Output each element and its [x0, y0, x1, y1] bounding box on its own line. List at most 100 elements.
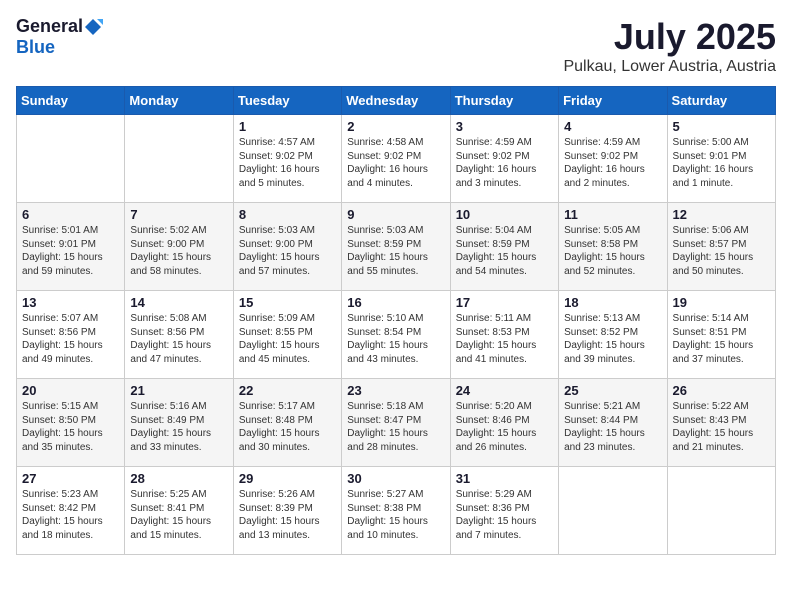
day-number: 20 [22, 383, 119, 398]
calendar-cell: 26Sunrise: 5:22 AM Sunset: 8:43 PM Dayli… [667, 379, 775, 467]
title-area: July 2025 Pulkau, Lower Austria, Austria [563, 16, 776, 76]
calendar-cell: 30 Sunrise: 5:27 AM Sunset: 8:38 PM Dayli… [342, 467, 450, 555]
calendar-cell [559, 467, 667, 555]
calendar-cell [125, 115, 233, 203]
day-number: 1 [239, 119, 336, 134]
calendar-cell: 14Sunrise: 5:08 AM Sunset: 8:56 PM Dayli… [125, 291, 233, 379]
calendar-header-cell: Friday [559, 87, 667, 115]
day-info: Sunrise: 5:04 AM Sunset: 8:59 PM Dayligh… [456, 224, 553, 278]
calendar-cell: 5Sunrise: 5:00 AM Sunset: 9:01 PM Daylig… [667, 115, 775, 203]
header: General Blue July 2025 Pulkau, Lower Aus… [16, 16, 776, 76]
calendar-week-row: 27 Sunrise: 5:23 AM Sunset: 8:42 PM Dayli… [17, 467, 776, 555]
day-number: 3 [456, 119, 553, 134]
calendar-cell: 15 Sunrise: 5:09 AM Sunset: 8:55 PM Dayli… [233, 291, 341, 379]
calendar-cell: 28 Sunrise: 5:25 AM Sunset: 8:41 PM Dayli… [125, 467, 233, 555]
day-info: Sunrise: 5:01 AM Sunset: 9:01 PM Dayligh… [22, 224, 119, 278]
day-number: 11 [564, 207, 661, 222]
calendar-cell: 25Sunrise: 5:21 AM Sunset: 8:44 PM Dayli… [559, 379, 667, 467]
calendar-header-cell: Tuesday [233, 87, 341, 115]
day-info: Sunrise: 5:14 AM Sunset: 8:51 PM Dayligh… [673, 312, 770, 366]
day-number: 26 [673, 383, 770, 398]
day-info: Sunrise: 4:59 AM Sunset: 9:02 PM Dayligh… [456, 136, 553, 190]
calendar-cell: 13 Sunrise: 5:07 AM Sunset: 8:56 PM Dayli… [17, 291, 125, 379]
calendar-cell: 18Sunrise: 5:13 AM Sunset: 8:52 PM Dayli… [559, 291, 667, 379]
day-number: 16 [347, 295, 444, 310]
day-number: 2 [347, 119, 444, 134]
day-info: Sunrise: 5:09 AM Sunset: 8:55 PM Dayligh… [239, 312, 336, 366]
calendar: SundayMondayTuesdayWednesdayThursdayFrid… [16, 86, 776, 555]
day-number: 17 [456, 295, 553, 310]
day-info: Sunrise: 4:59 AM Sunset: 9:02 PM Dayligh… [564, 136, 661, 190]
calendar-header-cell: Thursday [450, 87, 558, 115]
day-number: 29 [239, 471, 336, 486]
calendar-cell: 23 Sunrise: 5:18 AM Sunset: 8:47 PM Dayli… [342, 379, 450, 467]
day-number: 10 [456, 207, 553, 222]
day-info: Sunrise: 5:16 AM Sunset: 8:49 PM Dayligh… [130, 400, 227, 454]
day-number: 23 [347, 383, 444, 398]
calendar-cell: 31Sunrise: 5:29 AM Sunset: 8:36 PM Dayli… [450, 467, 558, 555]
logo-general-text: General [16, 16, 83, 37]
logo: General Blue [16, 16, 103, 58]
day-number: 18 [564, 295, 661, 310]
calendar-week-row: 13 Sunrise: 5:07 AM Sunset: 8:56 PM Dayli… [17, 291, 776, 379]
calendar-cell: 3 Sunrise: 4:59 AM Sunset: 9:02 PM Daylig… [450, 115, 558, 203]
day-number: 24 [456, 383, 553, 398]
calendar-header-cell: Monday [125, 87, 233, 115]
calendar-cell: 16 Sunrise: 5:10 AM Sunset: 8:54 PM Dayli… [342, 291, 450, 379]
calendar-cell: 22 Sunrise: 5:17 AM Sunset: 8:48 PM Dayli… [233, 379, 341, 467]
day-info: Sunrise: 5:11 AM Sunset: 8:53 PM Dayligh… [456, 312, 553, 366]
calendar-header-cell: Saturday [667, 87, 775, 115]
calendar-cell [667, 467, 775, 555]
calendar-cell: 4 Sunrise: 4:59 AM Sunset: 9:02 PM Daylig… [559, 115, 667, 203]
day-number: 9 [347, 207, 444, 222]
calendar-cell: 8 Sunrise: 5:03 AM Sunset: 9:00 PM Daylig… [233, 203, 341, 291]
day-number: 15 [239, 295, 336, 310]
day-number: 21 [130, 383, 227, 398]
calendar-cell: 6Sunrise: 5:01 AM Sunset: 9:01 PM Daylig… [17, 203, 125, 291]
calendar-cell: 24Sunrise: 5:20 AM Sunset: 8:46 PM Dayli… [450, 379, 558, 467]
calendar-header-cell: Sunday [17, 87, 125, 115]
location-title: Pulkau, Lower Austria, Austria [563, 58, 776, 76]
day-info: Sunrise: 5:25 AM Sunset: 8:41 PM Dayligh… [130, 488, 227, 542]
day-number: 13 [22, 295, 119, 310]
day-number: 19 [673, 295, 770, 310]
logo-icon [83, 17, 103, 37]
day-info: Sunrise: 5:17 AM Sunset: 8:48 PM Dayligh… [239, 400, 336, 454]
day-info: Sunrise: 5:03 AM Sunset: 9:00 PM Dayligh… [239, 224, 336, 278]
calendar-cell [17, 115, 125, 203]
calendar-cell: 20Sunrise: 5:15 AM Sunset: 8:50 PM Dayli… [17, 379, 125, 467]
day-number: 28 [130, 471, 227, 486]
calendar-cell: 7Sunrise: 5:02 AM Sunset: 9:00 PM Daylig… [125, 203, 233, 291]
day-number: 4 [564, 119, 661, 134]
calendar-cell: 17 Sunrise: 5:11 AM Sunset: 8:53 PM Dayli… [450, 291, 558, 379]
day-info: Sunrise: 5:02 AM Sunset: 9:00 PM Dayligh… [130, 224, 227, 278]
calendar-cell: 12Sunrise: 5:06 AM Sunset: 8:57 PM Dayli… [667, 203, 775, 291]
day-number: 31 [456, 471, 553, 486]
day-info: Sunrise: 5:06 AM Sunset: 8:57 PM Dayligh… [673, 224, 770, 278]
calendar-cell: 9 Sunrise: 5:03 AM Sunset: 8:59 PM Daylig… [342, 203, 450, 291]
day-info: Sunrise: 5:18 AM Sunset: 8:47 PM Dayligh… [347, 400, 444, 454]
calendar-cell: 2 Sunrise: 4:58 AM Sunset: 9:02 PM Daylig… [342, 115, 450, 203]
day-number: 30 [347, 471, 444, 486]
day-number: 5 [673, 119, 770, 134]
calendar-cell: 27 Sunrise: 5:23 AM Sunset: 8:42 PM Dayli… [17, 467, 125, 555]
day-number: 8 [239, 207, 336, 222]
day-info: Sunrise: 5:08 AM Sunset: 8:56 PM Dayligh… [130, 312, 227, 366]
day-info: Sunrise: 5:05 AM Sunset: 8:58 PM Dayligh… [564, 224, 661, 278]
day-info: Sunrise: 5:03 AM Sunset: 8:59 PM Dayligh… [347, 224, 444, 278]
day-info: Sunrise: 4:57 AM Sunset: 9:02 PM Dayligh… [239, 136, 336, 190]
day-number: 22 [239, 383, 336, 398]
day-info: Sunrise: 5:23 AM Sunset: 8:42 PM Dayligh… [22, 488, 119, 542]
day-info: Sunrise: 4:58 AM Sunset: 9:02 PM Dayligh… [347, 136, 444, 190]
calendar-cell: 11 Sunrise: 5:05 AM Sunset: 8:58 PM Dayli… [559, 203, 667, 291]
day-info: Sunrise: 5:27 AM Sunset: 8:38 PM Dayligh… [347, 488, 444, 542]
day-info: Sunrise: 5:10 AM Sunset: 8:54 PM Dayligh… [347, 312, 444, 366]
calendar-cell: 19 Sunrise: 5:14 AM Sunset: 8:51 PM Dayli… [667, 291, 775, 379]
calendar-header-row: SundayMondayTuesdayWednesdayThursdayFrid… [17, 87, 776, 115]
calendar-cell: 10 Sunrise: 5:04 AM Sunset: 8:59 PM Dayli… [450, 203, 558, 291]
day-number: 27 [22, 471, 119, 486]
month-title: July 2025 [563, 16, 776, 58]
calendar-week-row: 20Sunrise: 5:15 AM Sunset: 8:50 PM Dayli… [17, 379, 776, 467]
day-number: 25 [564, 383, 661, 398]
day-info: Sunrise: 5:07 AM Sunset: 8:56 PM Dayligh… [22, 312, 119, 366]
